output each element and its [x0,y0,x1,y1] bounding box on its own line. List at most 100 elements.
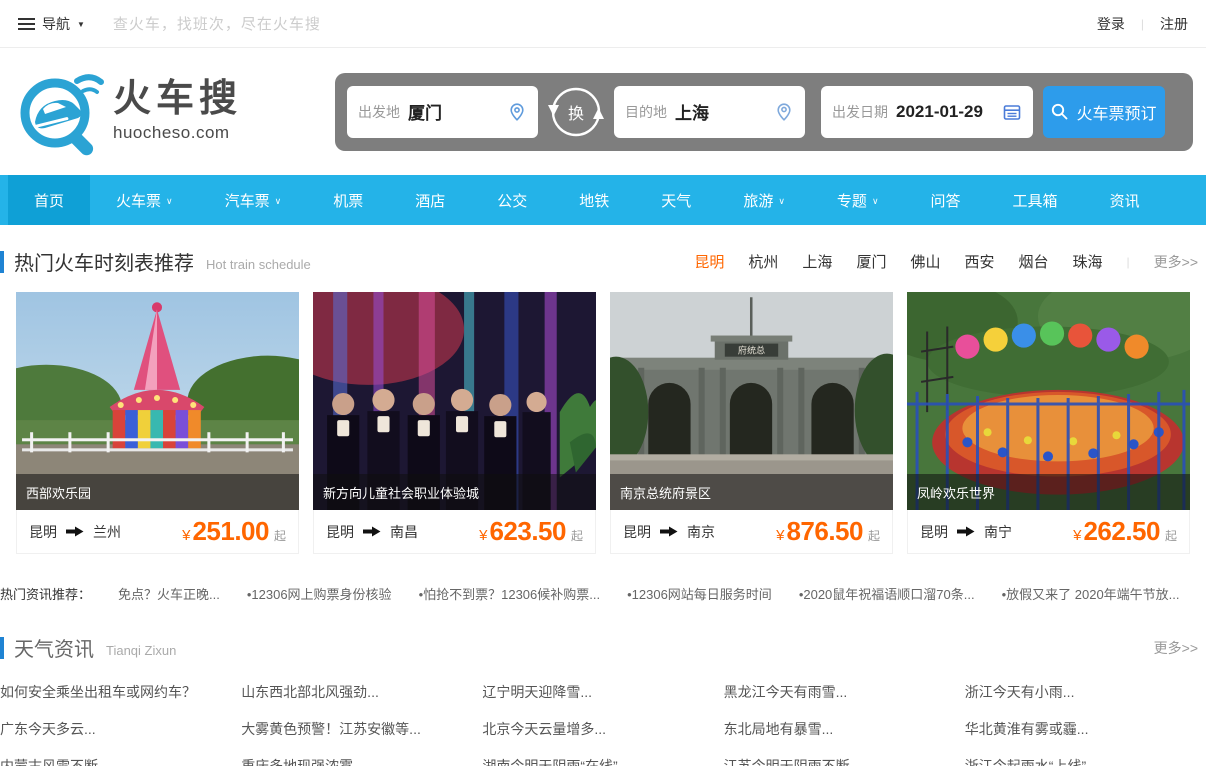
nav-label: 酒店 [415,190,445,211]
weather-link[interactable]: 重庆多地现强浓雾... [241,756,482,766]
weather-link[interactable]: 大雾黄色预警！江苏安徽等... [241,719,482,739]
news-ticker: 热门资讯推荐： 免点？火车正晚... •12306网上购票身份核验 •怕抢不到票… [0,584,1206,603]
nav-item-bus-tickets[interactable]: 汽车票 ∨ [199,175,308,225]
city-tab-yantai[interactable]: 烟台 [1018,251,1048,272]
train-card[interactable]: 府统总 南京总统府景区 昆明 [610,292,893,554]
train-magnifier-logo-icon [13,65,107,159]
nav-label: 天气 [661,190,691,211]
route-from: 昆明 [326,522,354,542]
login-link[interactable]: 登录 [1097,14,1125,34]
weather-link[interactable]: 黑龙江今天有雨雪... [724,682,965,702]
nav-item-news[interactable]: 资讯 [1084,175,1166,225]
nav-item-bus[interactable]: 公交 [471,175,553,225]
weather-section-subtitle: Tianqi Zixun [106,643,176,658]
card-title: 凤岭欢乐世界 [907,474,1190,510]
weather-link[interactable]: 湖南今明天阴雨“在线”... [482,756,723,766]
destination-value: 上海 [675,99,766,124]
city-tab-zhuhai[interactable]: 珠海 [1073,251,1103,272]
weather-head-right: 更多>> [1154,638,1198,658]
price: ¥ 623.50 起 [479,516,583,547]
departure-date-value: 2021-01-29 [896,102,994,122]
departure-date-field[interactable]: 出发日期 2021-01-29 [821,86,1033,138]
nav-item-topics[interactable]: 专题∨ [811,175,905,225]
weather-link[interactable]: 广东今天多云... [0,719,241,739]
weather-link[interactable]: 辽宁明天迎降雪... [482,682,723,702]
city-tab-hangzhou[interactable]: 杭州 [748,251,778,272]
departure-date-label: 出发日期 [832,102,888,122]
book-ticket-button[interactable]: 火车票预订 [1043,86,1165,138]
chevron-down-icon: ∨ [275,196,282,207]
route-to: 南京 [687,522,715,542]
swap-stations-button[interactable]: 换 [548,84,604,140]
hot-section-subtitle: Hot train schedule [206,257,311,272]
section-accent-bar [0,637,4,659]
destination-label: 目的地 [625,102,667,122]
nav-item-hotels[interactable]: 酒店 [389,175,471,225]
ticker-item[interactable]: •怕抢不到票？12306候补购票... [419,584,601,603]
train-card[interactable]: 凤岭欢乐世界 昆明 南宁 ¥ 262.50 起 [907,292,1190,554]
nav-item-toolbox[interactable]: 工具箱 [987,175,1084,225]
ticker-item[interactable]: •2020鼠年祝福语顺口溜70条... [799,584,975,603]
nav-menu-trigger[interactable]: 导航 ▼ [18,14,85,34]
city-tab-kunming[interactable]: 昆明 [694,251,724,272]
nav-item-train-tickets[interactable]: 火车票∨ [90,175,199,225]
city-tab-shanghai[interactable]: 上海 [802,251,832,272]
arrow-right-icon [66,526,84,537]
weather-link[interactable]: 华北黄淮有雾或霾... [965,719,1206,739]
ticker-item[interactable]: •12306网站每日服务时间 [627,584,772,603]
departure-field[interactable]: 出发地 厦门 [347,86,538,138]
weather-more-link[interactable]: 更多>> [1154,638,1198,658]
ticket-search-panel: 出发地 厦门 换 目的地 上海 出发日期 2021- [335,73,1193,151]
nav-label: 地铁 [579,190,609,211]
site-logo[interactable]: 火车搜 huocheso.com [13,65,242,159]
card-footer: 昆明 南昌 ¥ 623.50 起 [313,510,596,554]
weather-link[interactable]: 浙江今天有小雨... [965,682,1206,702]
nav-item-travel[interactable]: 旅游∨ [717,175,811,225]
nav-label: 汽车票 [225,190,270,211]
card-image: 凤岭欢乐世界 [907,292,1190,510]
nav-label: 工具箱 [1013,190,1058,211]
hot-section-title: 热门火车时刻表推荐 [14,247,194,276]
hot-section-header: 热门火车时刻表推荐 Hot train schedule 昆明 杭州 上海 厦门… [0,247,1206,276]
card-title: 南京总统府景区 [610,474,893,510]
nav-item-weather[interactable]: 天气 [635,175,717,225]
route: 昆明 兰州 [29,522,121,542]
weather-link[interactable]: 内蒙古风雪不断... [0,756,241,766]
nav-item-qa[interactable]: 问答 [905,175,987,225]
card-image: 府统总 南京总统府景区 [610,292,893,510]
city-tab-foshan[interactable]: 佛山 [910,251,940,272]
header: 火车搜 huocheso.com 出发地 厦门 换 目的地 上海 [0,48,1206,175]
nav-item-metro[interactable]: 地铁 [553,175,635,225]
section-accent-bar [0,251,4,273]
train-card[interactable]: 新方向儿童社会职业体验城 昆明 南昌 ¥ 623.50 起 [313,292,596,554]
card-footer: 昆明 南京 ¥ 876.50 起 [610,510,893,554]
route-from: 昆明 [920,522,948,542]
hot-more-link[interactable]: 更多>> [1154,252,1198,272]
card-title: 新方向儿童社会职业体验城 [313,474,596,510]
card-image: 新方向儿童社会职业体验城 [313,292,596,510]
weather-link[interactable]: 江苏今明天阴雨不断... [724,756,965,766]
city-tab-xian[interactable]: 西安 [964,251,994,272]
arrow-right-icon [363,526,381,537]
weather-link[interactable]: 如何安全乘坐出租车或网约车？ [0,682,241,702]
search-icon [1051,103,1068,120]
route-to: 南昌 [390,522,418,542]
hamburger-icon [18,18,35,30]
weather-link[interactable]: 北京今天云量增多... [482,719,723,739]
nav-item-home[interactable]: 首页 [8,175,90,225]
destination-field[interactable]: 目的地 上海 [614,86,805,138]
location-pin-icon [507,102,527,122]
train-card[interactable]: 西部欢乐园 昆明 兰州 ¥ 251.00 起 [16,292,299,554]
ticker-item[interactable]: 免点？火车正晚... [118,584,220,603]
weather-link[interactable]: 东北局地有暴雪... [724,719,965,739]
arrow-right-icon [660,526,678,537]
weather-link[interactable]: 山东西北部北风强劲... [241,682,482,702]
route: 昆明 南昌 [326,522,418,542]
departure-value: 厦门 [408,99,499,124]
weather-link[interactable]: 浙江今起雨水“上线”... [965,756,1206,766]
city-tab-xiamen[interactable]: 厦门 [856,251,886,272]
register-link[interactable]: 注册 [1160,14,1188,34]
ticker-item[interactable]: •12306网上购票身份核验 [247,584,392,603]
ticker-item[interactable]: •放假又来了 2020年端午节放... [1002,584,1180,603]
nav-item-flights[interactable]: 机票 [307,175,389,225]
